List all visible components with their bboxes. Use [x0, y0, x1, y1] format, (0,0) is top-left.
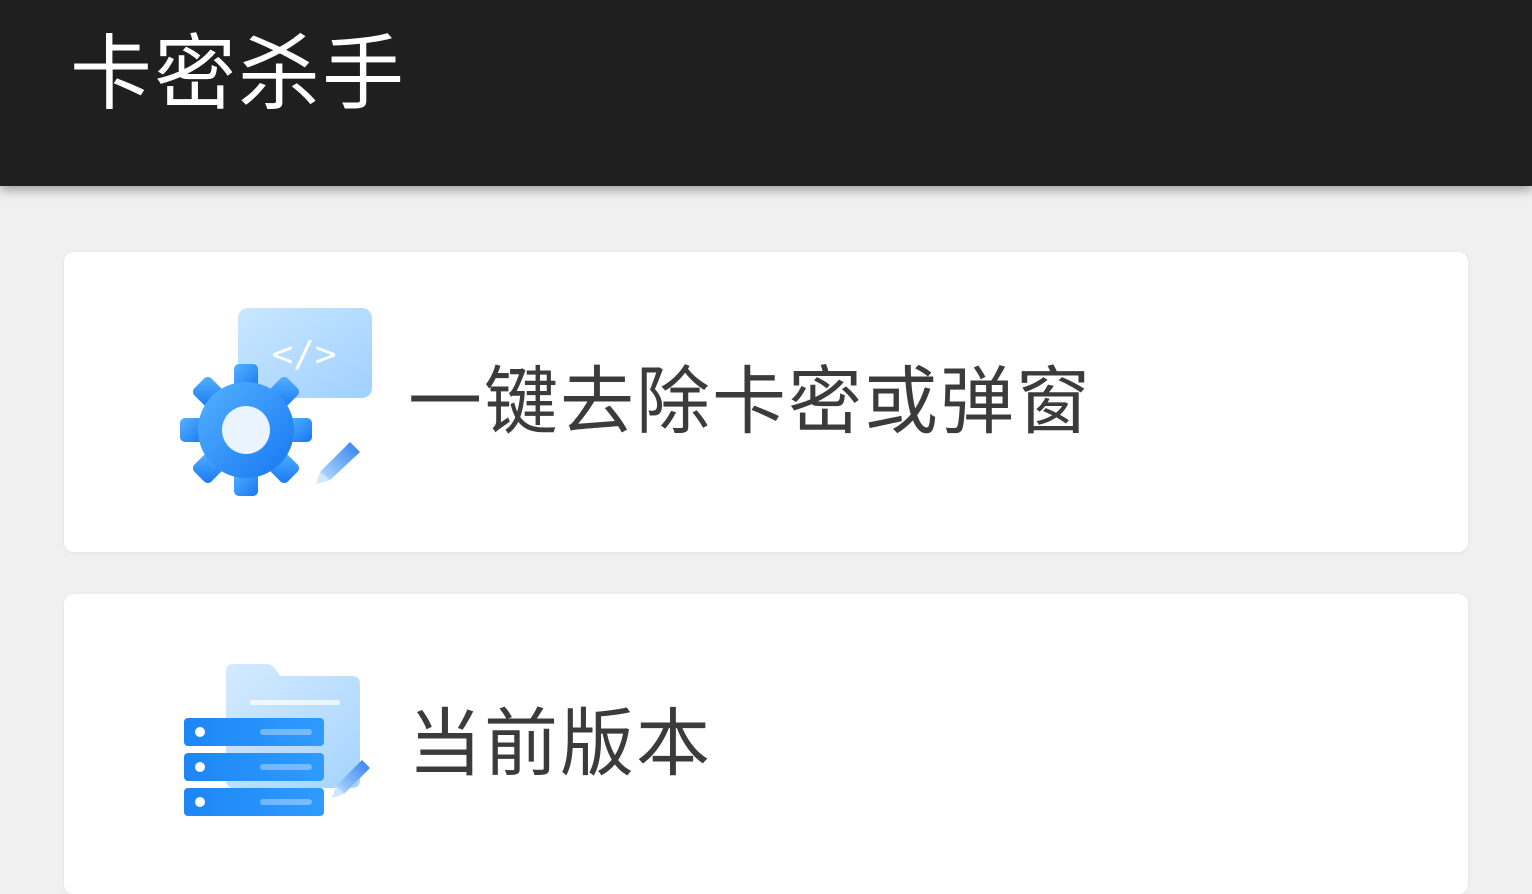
current-version-label: 当前版本 — [408, 701, 712, 787]
gear-code-icon: </> — [174, 302, 384, 512]
app-bar: 卡密杀手 — [0, 0, 1532, 186]
remove-card-popup-card[interactable]: </> 一键去除卡密或弹窗 — [64, 252, 1468, 552]
svg-text:</>: </> — [271, 334, 336, 375]
remove-card-popup-label: 一键去除卡密或弹窗 — [408, 359, 1092, 445]
current-version-card[interactable]: 当前版本 — [64, 594, 1468, 894]
app-title: 卡密杀手 — [70, 27, 407, 122]
server-folder-icon — [174, 660, 384, 870]
